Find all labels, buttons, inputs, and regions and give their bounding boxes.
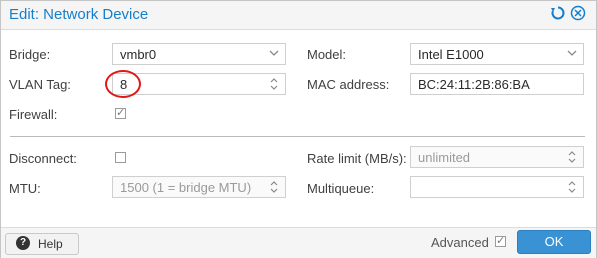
model-select[interactable]: Intel E1000 [410, 43, 584, 65]
mtu-placeholder: 1500 (1 = bridge MTU) [120, 180, 252, 195]
mtu-input[interactable]: 1500 (1 = bridge MTU) [112, 176, 286, 198]
bridge-label: Bridge: [9, 47, 51, 62]
spinner-icon[interactable] [567, 147, 577, 167]
spinner-icon[interactable] [269, 74, 279, 94]
reset-icon[interactable] [549, 5, 567, 23]
ok-button[interactable]: OK [517, 230, 591, 254]
annotation-circle [105, 70, 141, 98]
rate-limit-label: Rate limit (MB/s): [307, 151, 407, 166]
dialog-footer: ? Help Advanced OK [1, 227, 596, 258]
advanced-label: Advanced [431, 235, 489, 250]
bridge-value: vmbr0 [120, 47, 157, 62]
spinner-icon[interactable] [567, 177, 577, 197]
bridge-select[interactable]: vmbr0 [112, 43, 286, 65]
help-button-label: Help [38, 237, 63, 251]
help-icon: ? [16, 236, 30, 250]
help-button[interactable]: ? Help [5, 233, 79, 255]
chevron-down-icon[interactable] [567, 46, 577, 63]
chevron-down-icon[interactable] [269, 46, 279, 63]
network-device-dialog: Edit: Network Device Bridge: vmbr0 VLAN … [0, 0, 597, 258]
disconnect-label: Disconnect: [9, 151, 77, 166]
model-value: Intel E1000 [418, 47, 484, 62]
section-divider [10, 136, 585, 137]
advanced-checkbox[interactable] [495, 234, 506, 247]
multiqueue-input[interactable] [410, 176, 584, 198]
mac-address-label: MAC address: [307, 77, 390, 92]
rate-limit-placeholder: unlimited [418, 150, 471, 165]
title-bar: Edit: Network Device [1, 1, 596, 30]
multiqueue-label: Multiqueue: [307, 181, 375, 196]
mtu-label: MTU: [9, 181, 41, 196]
dialog-title: Edit: Network Device [9, 6, 149, 23]
model-label: Model: [307, 47, 347, 62]
spinner-icon[interactable] [269, 177, 279, 197]
vlan-tag-label: VLAN Tag: [9, 77, 71, 92]
firewall-checkbox[interactable] [115, 106, 126, 119]
close-icon[interactable] [569, 5, 587, 23]
rate-limit-input[interactable]: unlimited [410, 146, 584, 168]
disconnect-checkbox[interactable] [115, 152, 126, 163]
mac-address-input[interactable]: BC:24:11:2B:86:BA [410, 73, 584, 95]
firewall-label: Firewall: [9, 107, 58, 122]
mac-address-value: BC:24:11:2B:86:BA [418, 77, 530, 92]
